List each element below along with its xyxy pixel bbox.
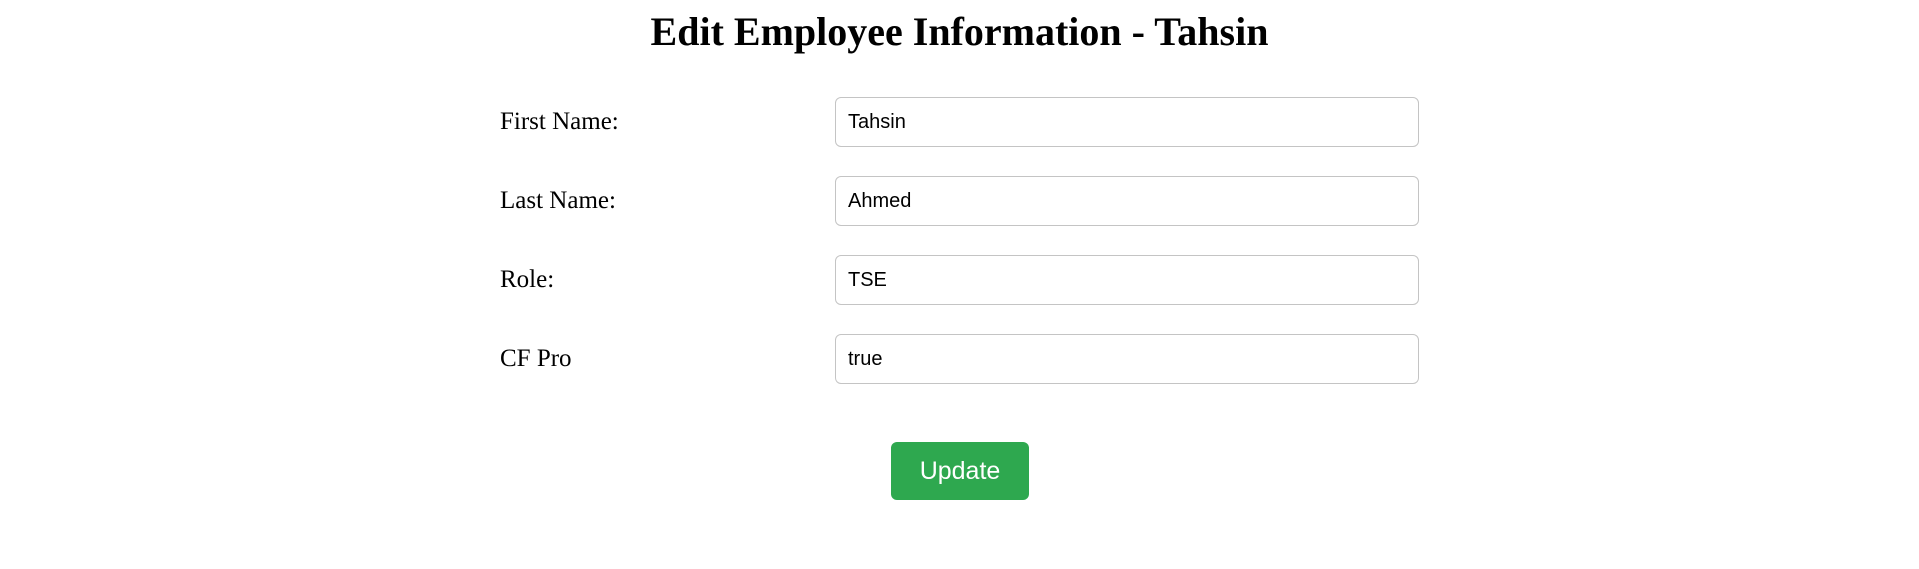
last-name-input[interactable] [835, 176, 1419, 226]
edit-employee-form: First Name: Last Name: Role: CF Pro Upda… [0, 0, 1919, 569]
role-row: Role: [500, 255, 1420, 305]
first-name-row: First Name: [500, 97, 1420, 147]
update-button[interactable]: Update [891, 442, 1029, 500]
cf-pro-input[interactable] [835, 334, 1419, 384]
role-label: Role: [500, 266, 555, 293]
last-name-row: Last Name: [500, 176, 1420, 226]
cf-pro-row: CF Pro [500, 334, 1420, 384]
role-input[interactable] [835, 255, 1419, 305]
cf-pro-label: CF Pro [500, 345, 572, 372]
first-name-label: First Name: [500, 108, 619, 135]
first-name-input[interactable] [835, 97, 1419, 147]
last-name-label: Last Name: [500, 187, 616, 214]
